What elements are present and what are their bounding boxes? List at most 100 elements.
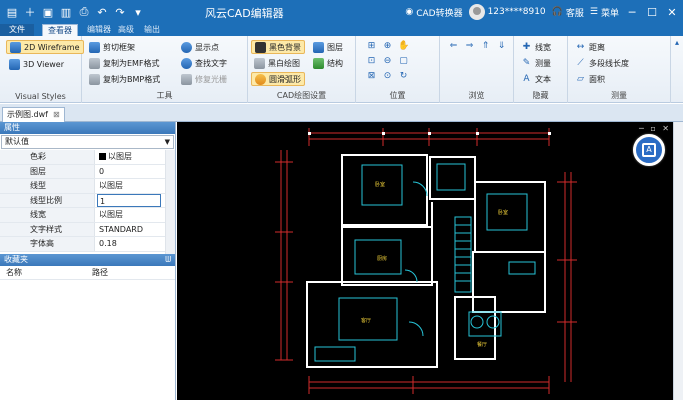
arrow-left-icon[interactable]: ⇐	[448, 41, 459, 52]
structure-button[interactable]: 结构	[310, 56, 346, 70]
titlebar-right: ◉ CAD转换器 123****8910 🎧 客服 ☰ 菜单 ─ ☐ ✕	[405, 0, 683, 24]
property-value-input[interactable]: 1	[97, 193, 161, 207]
favorites-columns: 名称 路径	[0, 266, 175, 280]
structure-icon	[313, 57, 324, 69]
translate-float-button[interactable]: A	[633, 134, 665, 166]
document-tab[interactable]: 示例图.dwf ⊠	[2, 107, 65, 122]
fit-icon[interactable]: ⊞	[366, 41, 377, 52]
close-button[interactable]: ✕	[665, 6, 679, 19]
copy-bmp-label: 复制为BMP格式	[103, 74, 161, 84]
cad-converter-button[interactable]: ◉ CAD转换器	[405, 6, 462, 19]
properties-title: 属性	[4, 123, 20, 132]
properties-header: 属性	[0, 122, 175, 134]
distance-button[interactable]: ↔ 距离	[572, 40, 608, 54]
zoom-real-icon[interactable]: ▢	[398, 56, 409, 67]
property-value[interactable]: 以图层	[97, 179, 161, 193]
canvas-window-controls[interactable]: ─ ▫ ✕	[639, 124, 671, 133]
line-width-button[interactable]: ✚ 线宽	[518, 40, 554, 54]
properties-scrollbar[interactable]	[165, 150, 175, 254]
arrow-down-icon[interactable]: ⇓	[496, 41, 507, 52]
arrow-up-icon[interactable]: ⇑	[480, 41, 491, 52]
undo-icon[interactable]: ↶	[94, 4, 110, 20]
position-tools: ⊞ ⊕ ✋ ⊡ ⊖ ▢ ⊠ ⊙ ↻	[366, 41, 410, 82]
property-value[interactable]: 以图层	[97, 208, 161, 222]
redo-icon[interactable]: ↷	[112, 4, 128, 20]
group-visual-styles: 2D Wireframe 3D Viewer Visual Styles	[0, 36, 84, 103]
property-row[interactable]: 线型 以图层	[0, 179, 175, 194]
property-row[interactable]: 线型比例 1	[0, 193, 175, 208]
tab-advanced[interactable]: 高级	[113, 24, 139, 36]
tab-editor[interactable]: 编辑器	[82, 24, 116, 36]
property-key: 线宽	[0, 208, 95, 222]
maximize-button[interactable]: ☐	[645, 6, 659, 19]
group-label-tools: 工具	[156, 91, 173, 100]
pan-hand-icon[interactable]: ✋	[398, 41, 409, 52]
print-icon[interactable]: ⎙	[76, 4, 92, 20]
ribbon: 2D Wireframe 3D Viewer Visual Styles 剪切框…	[0, 36, 683, 103]
zoom-window-icon[interactable]: ⊡	[366, 56, 377, 67]
zoom-in-icon[interactable]: ⊕	[382, 41, 393, 52]
property-row[interactable]: 字体高 0.18	[0, 237, 175, 252]
tab-file[interactable]: 文件	[0, 24, 34, 36]
document-tabs: 示例图.dwf ⊠	[0, 104, 683, 122]
property-value[interactable]: STANDARD	[97, 223, 161, 237]
copy-icon	[89, 73, 100, 85]
canvas-scrollbar[interactable]	[673, 122, 683, 400]
minimize-button[interactable]: ─	[625, 6, 639, 19]
fix-raster-button[interactable]: 修复光栅	[178, 72, 230, 86]
open-folder-icon[interactable]: ▣	[40, 4, 56, 20]
group-cad-settings: 黑色背景 黑白绘图 圆滑弧形 图层 结构 CAD绘图设置	[248, 36, 356, 103]
property-row[interactable]: 文字样式 STANDARD	[0, 222, 175, 237]
property-value[interactable]: 以图层	[97, 150, 161, 164]
tab-viewer[interactable]: 查看器	[42, 24, 78, 36]
close-tab-icon[interactable]: ⊠	[53, 108, 60, 122]
properties-combo[interactable]: 默认值 ▼	[1, 135, 174, 149]
property-row[interactable]: 色彩 以图层	[0, 150, 175, 165]
bw-draw-button[interactable]: 黑白绘图	[251, 56, 303, 70]
app-logo-icon[interactable]: ▤	[4, 4, 20, 20]
zoom-out-icon[interactable]: ⊖	[382, 56, 393, 67]
text-hide-button[interactable]: A 文本	[518, 72, 554, 86]
arrow-right-icon[interactable]: ⇒	[464, 41, 475, 52]
viewer-3d-button[interactable]: 3D Viewer	[6, 57, 67, 71]
customer-service-button[interactable]: 🎧 客服	[552, 6, 584, 19]
property-row[interactable]: 线宽 以图层	[0, 208, 175, 223]
find-text-button[interactable]: 查找文字	[178, 56, 230, 70]
col-path[interactable]: 路径	[86, 266, 108, 279]
col-name[interactable]: 名称	[0, 266, 86, 279]
chevron-down-icon: ▼	[164, 138, 170, 146]
zoom-extent-icon[interactable]: ⊠	[366, 71, 377, 82]
room-labels: 卧室 卧室 客厅 厨房 餐厅	[361, 181, 508, 348]
measure-hide-button[interactable]: ✎ 测量	[518, 56, 554, 70]
property-key: 线型比例	[0, 193, 95, 207]
tab-output[interactable]: 输出	[139, 24, 165, 36]
find-text-label: 查找文字	[195, 58, 227, 68]
clip-frame-button[interactable]: 剪切框架	[86, 40, 138, 54]
show-points-button[interactable]: 显示点	[178, 40, 222, 54]
smooth-arc-button[interactable]: 圆滑弧形	[251, 72, 305, 86]
copy-emf-button[interactable]: 复制为EMF格式	[86, 56, 163, 70]
zoom-rect-icon[interactable]: ⊙	[382, 71, 393, 82]
drawing-canvas[interactable]: 卧室 卧室 客厅 厨房 餐厅 ─ ▫ ✕ A	[177, 122, 683, 400]
save-icon[interactable]: ▥	[58, 4, 74, 20]
wireframe-2d-button[interactable]: 2D Wireframe	[6, 40, 84, 54]
target-icon	[181, 41, 192, 53]
property-row[interactable]: 图层 0	[0, 164, 175, 179]
area-button[interactable]: ▱ 面积	[572, 72, 608, 86]
collapse-ribbon-icon[interactable]: ▴	[675, 38, 679, 47]
polyline-length-button[interactable]: ⟋ 多段线长度	[572, 56, 632, 70]
rotate-icon[interactable]: ↻	[398, 71, 409, 82]
new-file-icon[interactable]: ＋	[22, 4, 38, 20]
menu-button[interactable]: ☰ 菜单	[590, 6, 619, 19]
dropdown-icon[interactable]: ▾	[130, 4, 146, 20]
user-account-button[interactable]: 123****8910	[468, 4, 546, 20]
property-value[interactable]: 0	[97, 165, 161, 179]
copy-bmp-button[interactable]: 复制为BMP格式	[86, 72, 163, 86]
quick-access-toolbar: ▤ ＋ ▣ ▥ ⎙ ↶ ↷ ▾	[0, 4, 146, 20]
property-key: 图层	[0, 164, 95, 178]
smooth-arc-label: 圆滑弧形	[269, 74, 301, 84]
black-background-button[interactable]: 黑色背景	[251, 40, 305, 54]
pin-icon[interactable]: ᗯ	[165, 254, 171, 266]
layers-button[interactable]: 图层	[310, 40, 346, 54]
property-value[interactable]: 0.18	[97, 237, 161, 251]
